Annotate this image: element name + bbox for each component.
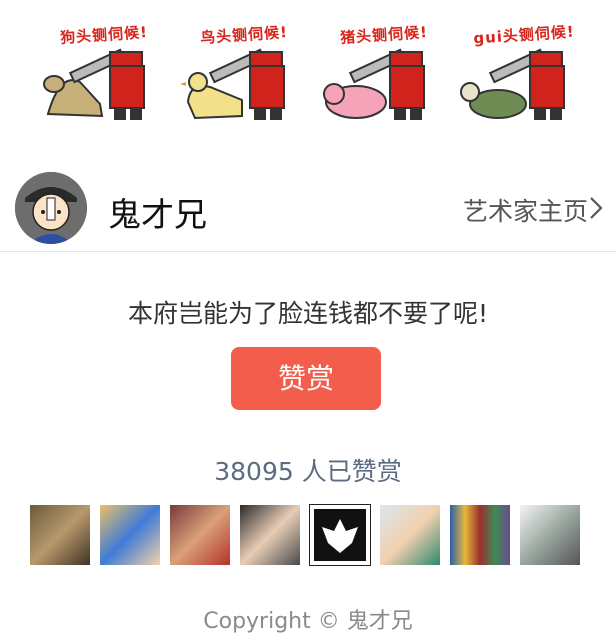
rewarder-avatar[interactable]	[450, 505, 510, 565]
artist-homepage-link[interactable]: 艺术家主页	[463, 192, 588, 228]
author-avatar[interactable]	[15, 172, 87, 244]
reward-count: 38095 人已赞赏	[214, 457, 402, 486]
executioner-duck-illustration	[180, 48, 285, 120]
rewarder-avatar[interactable]	[30, 505, 90, 565]
rewarder-avatar[interactable]	[380, 505, 440, 565]
sticker-pig: 猪头铡伺候!	[320, 18, 448, 123]
reward-message: 本府岂能为了脸连钱都不要了呢!	[127, 299, 489, 328]
executioner-pig-illustration	[323, 48, 425, 120]
rewarder-avatar[interactable]	[309, 504, 371, 566]
rewarder-avatar[interactable]	[240, 505, 300, 565]
qing-official-avatar-illustration	[15, 172, 87, 244]
sticker-banner: 狗头铡伺候! 鸟头铡伺候! 猪头铡伺候! gui头铡伺候!	[0, 0, 616, 140]
copyright-text: Copyright © 鬼才兄	[203, 609, 413, 634]
rewarder-avatar[interactable]	[170, 505, 230, 565]
sticker-duck: 鸟头铡伺候!	[180, 18, 308, 123]
author-name[interactable]: 鬼才兄	[108, 188, 207, 236]
author-row[interactable]: 鬼才兄 艺术家主页	[0, 168, 616, 252]
bat-emblem-icon	[322, 519, 358, 553]
chevron-right-icon[interactable]	[588, 195, 604, 221]
sticker-dog: 狗头铡伺候!	[40, 18, 168, 123]
rewarder-avatar[interactable]	[520, 505, 580, 565]
executioner-turtle-illustration	[460, 48, 565, 120]
rewarder-avatar[interactable]	[100, 505, 160, 565]
reward-button[interactable]: 赞赏	[231, 347, 381, 410]
executioner-dog-illustration	[43, 48, 145, 120]
sticker-turtle: gui头铡伺候!	[460, 18, 588, 123]
rewarder-avatars	[30, 504, 590, 566]
